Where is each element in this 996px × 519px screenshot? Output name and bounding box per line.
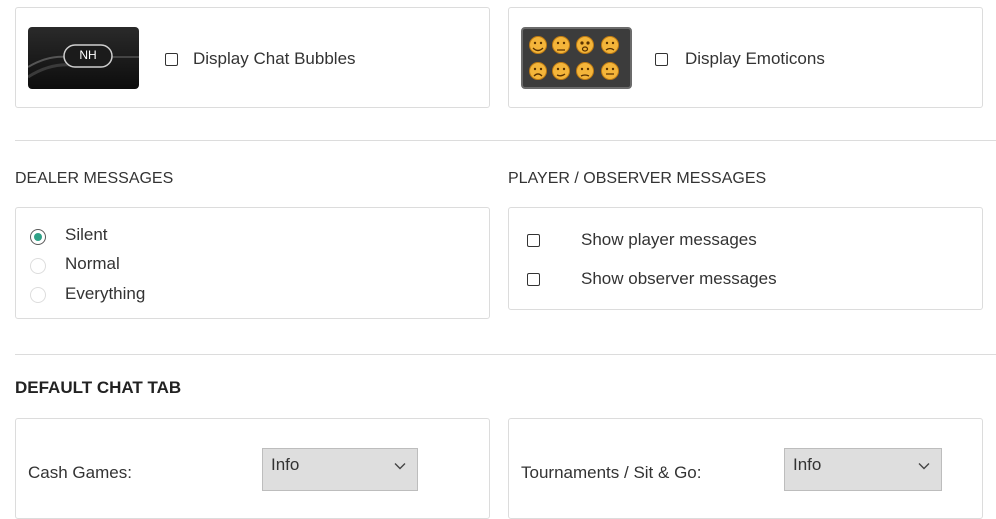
tournaments-panel: Tournaments / Sit & Go: Info xyxy=(508,418,983,519)
chevron-down-icon xyxy=(394,463,406,470)
dealer-normal-radio[interactable] xyxy=(30,258,46,274)
chat-bubble-preview-image: NH xyxy=(28,27,139,89)
dealer-everything-label[interactable]: Everything xyxy=(65,284,145,304)
dealer-messages-title: DEALER MESSAGES xyxy=(15,170,174,187)
display-emoticons-label[interactable]: Display Emoticons xyxy=(685,49,825,69)
display-emoticons-checkbox[interactable] xyxy=(655,53,668,66)
chat-bubble-badge: NH xyxy=(79,48,97,62)
player-observer-messages-title: PLAYER / OBSERVER MESSAGES xyxy=(508,170,767,187)
cash-games-select[interactable]: Info xyxy=(262,448,418,491)
dealer-messages-panel: Silent Normal Everything xyxy=(15,207,490,319)
display-chat-bubbles-label[interactable]: Display Chat Bubbles xyxy=(193,49,356,69)
dealer-silent-radio[interactable] xyxy=(30,229,46,245)
emoticons-panel: Display Emoticons xyxy=(508,7,983,108)
cash-games-select-value: Info xyxy=(271,455,300,474)
emoticon-faces-graphic xyxy=(529,36,619,80)
show-observer-messages-label[interactable]: Show observer messages xyxy=(581,269,777,289)
tournaments-select-value: Info xyxy=(793,455,822,474)
tournaments-select[interactable]: Info xyxy=(784,448,942,491)
cash-games-panel: Cash Games: Info xyxy=(15,418,490,519)
default-chat-tab-title: DEFAULT CHAT TAB xyxy=(15,378,182,397)
section-divider-bottom xyxy=(15,354,996,355)
player-observer-messages-panel: Show player messages Show observer messa… xyxy=(508,207,983,310)
section-divider-top xyxy=(15,140,996,141)
dealer-normal-label[interactable]: Normal xyxy=(65,254,120,274)
dealer-everything-radio[interactable] xyxy=(30,287,46,303)
tournaments-label: Tournaments / Sit & Go: xyxy=(521,463,702,482)
show-observer-messages-checkbox[interactable] xyxy=(527,273,540,286)
dealer-silent-label[interactable]: Silent xyxy=(65,225,108,245)
show-player-messages-label[interactable]: Show player messages xyxy=(581,230,757,250)
show-player-messages-checkbox[interactable] xyxy=(527,234,540,247)
display-chat-bubbles-checkbox[interactable] xyxy=(165,53,178,66)
chevron-down-icon xyxy=(918,463,930,470)
chat-bubbles-panel: NH Display Chat Bubbles xyxy=(15,7,490,108)
emoticons-preview-image xyxy=(521,27,632,89)
cash-games-label: Cash Games: xyxy=(28,463,132,482)
